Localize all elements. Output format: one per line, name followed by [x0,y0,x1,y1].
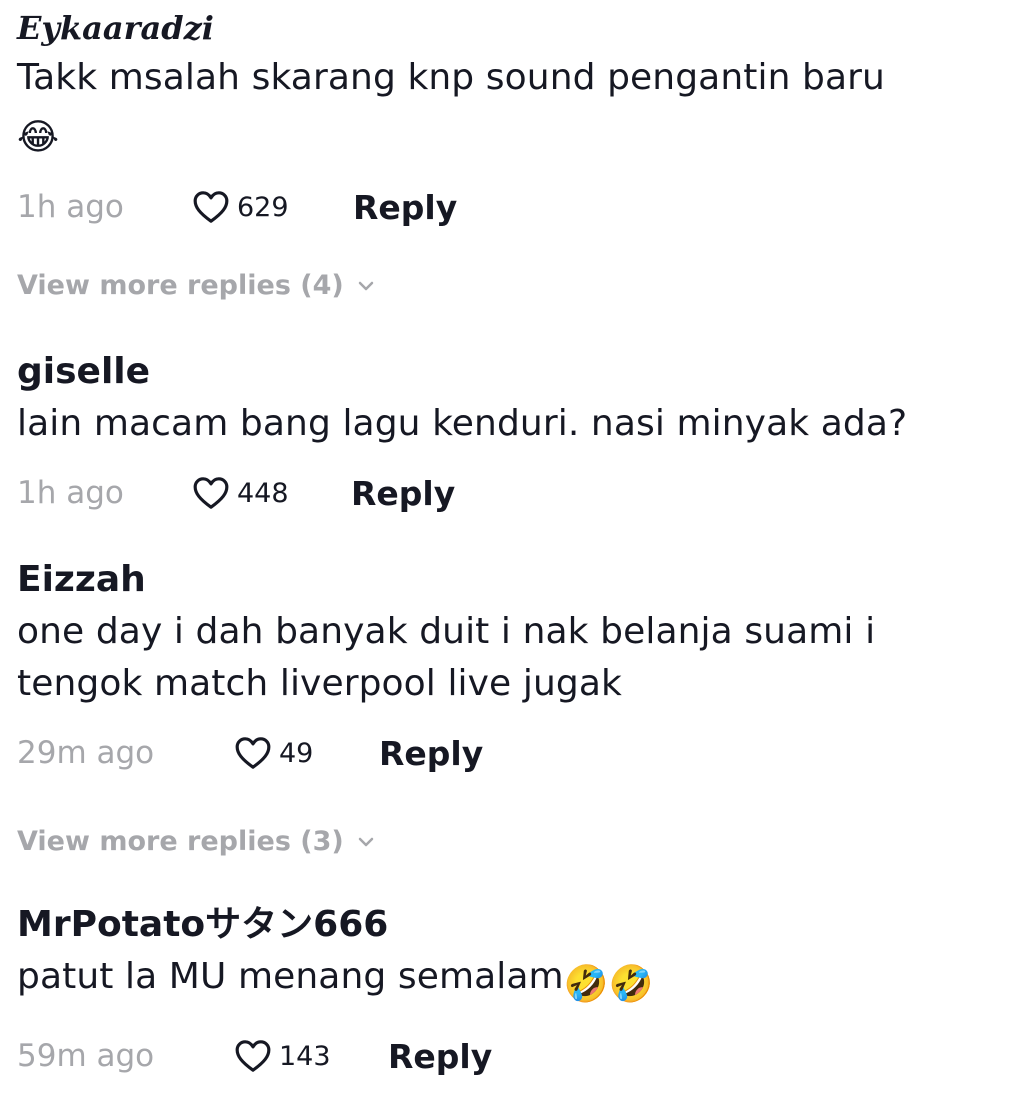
chevron-down-icon [358,281,374,290]
comment-time: 1h ago [17,189,124,225]
comment-meta: 59m ago 143 Reply [17,1033,1012,1079]
view-more-replies[interactable]: View more replies (3) [17,826,378,857]
comment-time: 59m ago [17,1038,155,1074]
reply-button[interactable]: Reply [388,1037,492,1076]
comment-text-body: patut la MU menang semalam [17,956,564,997]
reply-button[interactable]: Reply [353,188,457,227]
heart-outline-icon [193,477,229,509]
rofl-emoji: 🤣🤣 [563,964,654,1005]
comment-text: one day i dah banyak duit i nak belanja … [17,611,876,704]
comment-username[interactable]: Eykaaradzi [17,8,1012,48]
comment-meta: 1h ago 629 Reply [17,184,1012,230]
reply-button[interactable]: Reply [379,734,483,773]
comment-meta: 29m ago 49 Reply [17,730,1012,776]
like-count: 49 [279,737,314,769]
like-button[interactable]: 629 [191,187,353,227]
comment-text: lain macam bang lagu kenduri. nasi minya… [17,403,908,444]
comment-text: Takk msalah skarang knp sound pengantin … [17,52,1012,164]
comment: Eizzah one day i dah banyak duit i nak b… [17,558,1012,776]
comment-username[interactable]: Eizzah [17,558,1012,602]
like-count: 448 [237,477,289,509]
view-more-label: View more replies (3) [17,826,344,857]
comment-text: patut la MU menang semalam🤣🤣 [17,951,1012,1011]
chevron-down-icon [358,837,374,846]
like-button[interactable]: 143 [233,1036,388,1076]
like-button[interactable]: 49 [233,733,379,773]
comment-time: 29m ago [17,735,155,771]
comment-text-body: Takk msalah skarang knp sound pengantin … [17,57,885,98]
view-more-label: View more replies (4) [17,270,344,301]
comment-username[interactable]: giselle [17,350,1012,394]
like-count: 629 [237,191,289,223]
like-count: 143 [279,1040,331,1072]
reply-button[interactable]: Reply [351,474,455,513]
heart-outline-icon [235,737,271,769]
comment: Eykaaradzi Takk msalah skarang knp sound… [17,8,1012,230]
comment: MrPotatoサタン666 patut la MU menang semala… [17,903,1012,1079]
comment-time: 1h ago [17,475,124,511]
comment-meta: 1h ago 448 Reply [17,470,1012,516]
heart-outline-icon [193,191,229,223]
like-button[interactable]: 448 [191,473,351,513]
comment-username[interactable]: MrPotatoサタン666 [17,903,1012,947]
comment: giselle lain macam bang lagu kenduri. na… [17,350,1012,516]
heart-outline-icon [235,1040,271,1072]
laughing-emoji: 😂 [17,117,60,158]
view-more-replies[interactable]: View more replies (4) [17,270,378,301]
